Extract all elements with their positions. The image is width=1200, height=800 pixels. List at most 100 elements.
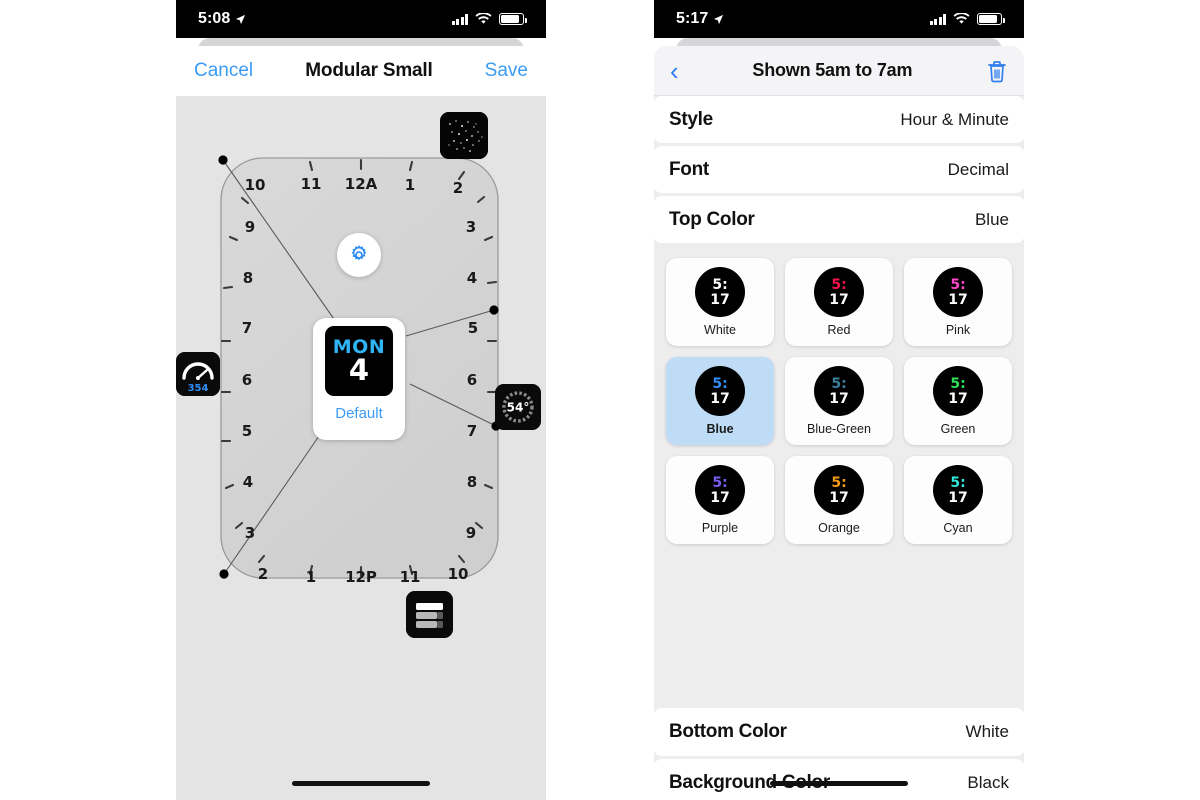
hour-label-5-left: 5 [241,422,253,440]
swatch-face-preview: 5: 17 [814,366,864,416]
swatch-label: Cyan [943,521,973,535]
left-status-bar: 5:08 [176,0,546,38]
row-value: Hour & Minute [900,109,1009,129]
row-value: Blue [974,209,1009,229]
cancel-button[interactable]: Cancel [194,60,253,82]
swatch-label: Blue [706,422,734,436]
right-sheet: ‹ Shown 5am to 7am Style Hour & Minute F… [654,46,1024,800]
hour-label-8-right: 8 [466,473,478,491]
row-top-color[interactable]: Top Color Blue [654,196,1024,243]
temperature-dial-complication[interactable]: 54° [495,384,541,430]
hour-label-11-top: 11 [300,175,322,193]
right-status-time-group: 5:17 [676,10,724,28]
swatch-bottom-time: 17 [710,390,730,407]
right-navbar: ‹ Shown 5am to 7am [654,46,1024,96]
save-button[interactable]: Save [485,60,528,82]
swatch-label: White [704,323,736,337]
hour-label-1-top: 1 [404,176,416,194]
swatch-top-time: 5: [831,474,847,491]
swatch-face-preview: 5: 17 [695,267,745,317]
swatch-blue[interactable]: 5: 17 Blue [666,357,774,445]
preview-date-number: 4 [348,352,370,387]
right-status-icons [929,13,1005,25]
list-bars-complication[interactable] [406,591,453,638]
swatch-top-time: 5: [950,375,966,392]
gear-icon [351,245,367,261]
swatch-pink[interactable]: 5: 17 Pink [904,258,1012,346]
hour-label-12a: 12A [344,175,378,193]
left-status-time-group: 5:08 [198,10,246,28]
hour-label-6-left: 6 [241,371,253,389]
battery-icon [977,13,1005,25]
preview-label: Default [335,405,383,422]
swatch-bottom-time: 17 [948,390,968,407]
swatch-bottom-time: 17 [829,489,849,506]
swatch-purple[interactable]: 5: 17 Purple [666,456,774,544]
row-value: White [965,722,1009,741]
swatch-face-preview: 5: 17 [814,267,864,317]
complication-preview-card[interactable]: MON 4 Default [313,318,405,440]
left-status-icons [451,13,527,25]
row-label: Top Color [669,208,755,230]
swatch-top-time: 5: [712,474,728,491]
preview-tile: MON 4 [325,326,393,396]
swatch-top-time: 5: [831,375,847,392]
battery-icon [499,13,527,25]
swatch-green[interactable]: 5: 17 Green [904,357,1012,445]
location-arrow-icon [714,14,724,24]
hour-label-12p: 12P [345,568,377,586]
location-arrow-icon [236,14,246,24]
swatch-top-time: 5: [950,276,966,293]
swatch-label: Orange [818,521,860,535]
page-title: Modular Small [305,60,433,81]
swatch-face-preview: 5: 17 [933,465,983,515]
speedometer-complication[interactable]: 354 [176,352,220,396]
settings-gear-button[interactable] [337,233,381,277]
hour-label-11-bottom: 11 [399,568,421,586]
cellular-bars-icon [451,13,468,25]
swatch-orange[interactable]: 5: 17 Orange [785,456,893,544]
hour-label-1-bottom: 1 [305,568,317,586]
list-bars-icon [406,591,453,638]
swatch-bottom-time: 17 [829,390,849,407]
watch-face-editor-canvas[interactable]: 10 11 12A 1 2 9 8 7 6 5 4 3 2 3 4 5 6 7 … [176,96,546,800]
swatch-bottom-time: 17 [829,291,849,308]
swatch-white[interactable]: 5: 17 White [666,258,774,346]
hour-label-7-right: 7 [466,422,478,440]
swatch-bottom-time: 17 [710,291,730,308]
hour-label-6-right: 6 [466,371,478,389]
row-bottom-color[interactable]: Bottom Color White [654,708,1024,756]
swatch-cyan[interactable]: 5: 17 Cyan [904,456,1012,544]
swatch-bottom-time: 17 [710,489,730,506]
settings-list[interactable]: Style Hour & Minute Font Decimal Top Col… [654,96,1024,800]
wifi-icon [953,13,970,24]
color-swatch-panel: 5: 17 White 5: 17 Red 5: 17 Pink 5: 17 B… [654,246,1024,552]
hour-label-10-top: 10 [244,176,266,194]
astronomy-stars-complication[interactable] [440,112,488,159]
swatch-face-preview: 5: 17 [695,465,745,515]
row-background-color[interactable]: Background Color Black [654,759,1024,800]
screenshot-stage: 5:08 Cancel Modular Small Save 10 11 12A… [0,0,1200,800]
trash-icon[interactable] [986,59,1008,83]
temperature-dial-icon: 54° [495,384,541,430]
swatch-face-preview: 5: 17 [933,366,983,416]
hour-label-9-left: 9 [244,218,256,236]
left-navbar: Cancel Modular Small Save [176,46,546,96]
temperature-value: 54° [507,401,530,415]
wifi-icon [475,13,492,24]
hour-label-7-left: 7 [241,319,253,337]
hour-label-3-left: 3 [244,524,256,542]
swatch-red[interactable]: 5: 17 Red [785,258,893,346]
hour-label-9-right: 9 [465,524,477,542]
dial-wrap: 10 11 12A 1 2 9 8 7 6 5 4 3 2 3 4 5 6 7 … [176,96,546,800]
swatch-blue-green[interactable]: 5: 17 Blue-Green [785,357,893,445]
home-indicator-right [770,781,908,786]
swatch-top-time: 5: [712,276,728,293]
chevron-left-icon[interactable]: ‹ [670,58,679,84]
speedometer-value: 354 [188,383,209,394]
swatch-top-time: 5: [950,474,966,491]
row-font[interactable]: Font Decimal [654,146,1024,193]
status-time: 5:08 [198,10,231,27]
row-style[interactable]: Style Hour & Minute [654,96,1024,143]
swatch-label: Red [827,323,851,337]
